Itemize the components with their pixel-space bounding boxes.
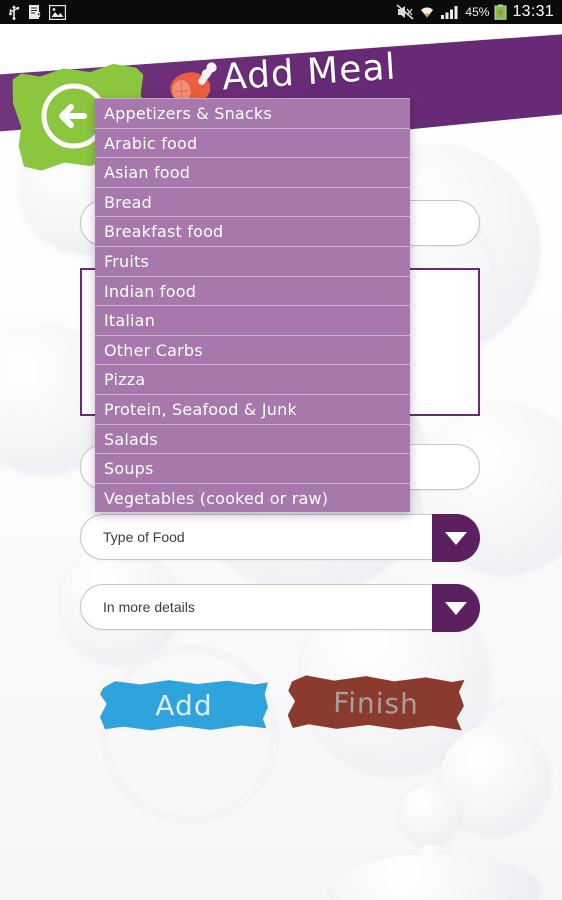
dropdown-item[interactable]: Indian food <box>95 275 410 306</box>
dropdown-item-label: Salads <box>104 429 158 449</box>
dropdown-item-label: Bread <box>104 192 153 212</box>
dropdown-item[interactable]: Soups <box>95 453 410 483</box>
dropdown-item[interactable]: Bread <box>95 186 410 217</box>
dropdown-item-label: Protein, Seafood & Junk <box>104 399 297 419</box>
dropdown-item-label: Italian <box>104 311 156 331</box>
document-alert-icon <box>29 5 41 19</box>
signal-icon <box>441 6 458 19</box>
food-category-dropdown-list[interactable]: Appetizers & Snacks Arabic food Asian food… <box>95 98 410 513</box>
wifi-icon <box>421 7 434 18</box>
field-type-of-food[interactable]: Type of Food <box>80 514 480 562</box>
battery-percent-label: 45% <box>465 5 490 19</box>
app-screen: Dessert Add Meal Type of Food In more de… <box>0 0 562 900</box>
dropdown-item[interactable]: Breakfast food <box>95 216 410 246</box>
image-icon <box>49 4 66 20</box>
add-button-label: Add <box>155 688 213 722</box>
clock-label: 13:31 <box>512 3 554 20</box>
dropdown-item-label: Vegetables (cooked or raw) <box>104 488 329 508</box>
dropdown-item[interactable]: Appetizers & Snacks <box>95 98 410 128</box>
dropdown-item-label: Appetizers & Snacks <box>104 104 272 123</box>
usb-icon <box>9 5 20 20</box>
finish-button[interactable]: Finish <box>287 672 464 734</box>
dropdown-item-label: Fruits <box>104 251 150 271</box>
field-in-more-details[interactable]: In more details <box>80 584 480 632</box>
dropdown-item[interactable]: Salads <box>95 423 410 454</box>
dropdown-item[interactable]: Italian <box>95 305 410 335</box>
status-bar-right-icons: 45% 13:31 <box>396 3 562 21</box>
dropdown-item[interactable]: Pizza <box>95 364 410 394</box>
dropdown-item-label: Asian food <box>104 163 191 183</box>
dropdown-item[interactable]: Vegetables (cooked or raw) <box>95 482 410 513</box>
battery-charging-icon <box>494 4 507 20</box>
dropdown-item-label: Indian food <box>104 281 197 301</box>
dropdown-item[interactable]: Arabic food <box>95 127 410 158</box>
dropdown-item[interactable]: Fruits <box>95 245 410 276</box>
mute-icon <box>396 4 414 20</box>
field-type-of-food-placeholder: Type of Food <box>103 529 185 545</box>
dropdown-item-label: Soups <box>104 459 154 479</box>
add-button[interactable]: Add <box>100 680 268 731</box>
dropdown-item[interactable]: Asian food <box>95 157 410 187</box>
dropdown-item-label: Pizza <box>104 370 146 390</box>
dropdown-item[interactable]: Protein, Seafood & Junk <box>95 393 410 424</box>
dropdown-item[interactable]: Other Carbs <box>95 334 410 365</box>
status-bar: 45% 13:31 <box>0 0 562 24</box>
dropdown-item-label: Breakfast food <box>104 222 224 242</box>
type-of-food-chevron-down-icon[interactable] <box>432 514 480 562</box>
dropdown-item-label: Arabic food <box>104 133 198 153</box>
field-in-more-details-placeholder: In more details <box>103 599 195 615</box>
in-more-details-chevron-down-icon[interactable] <box>432 584 480 632</box>
finish-button-label: Finish <box>332 685 420 721</box>
status-bar-left-icons <box>0 4 66 20</box>
dropdown-item-label: Other Carbs <box>104 340 203 360</box>
